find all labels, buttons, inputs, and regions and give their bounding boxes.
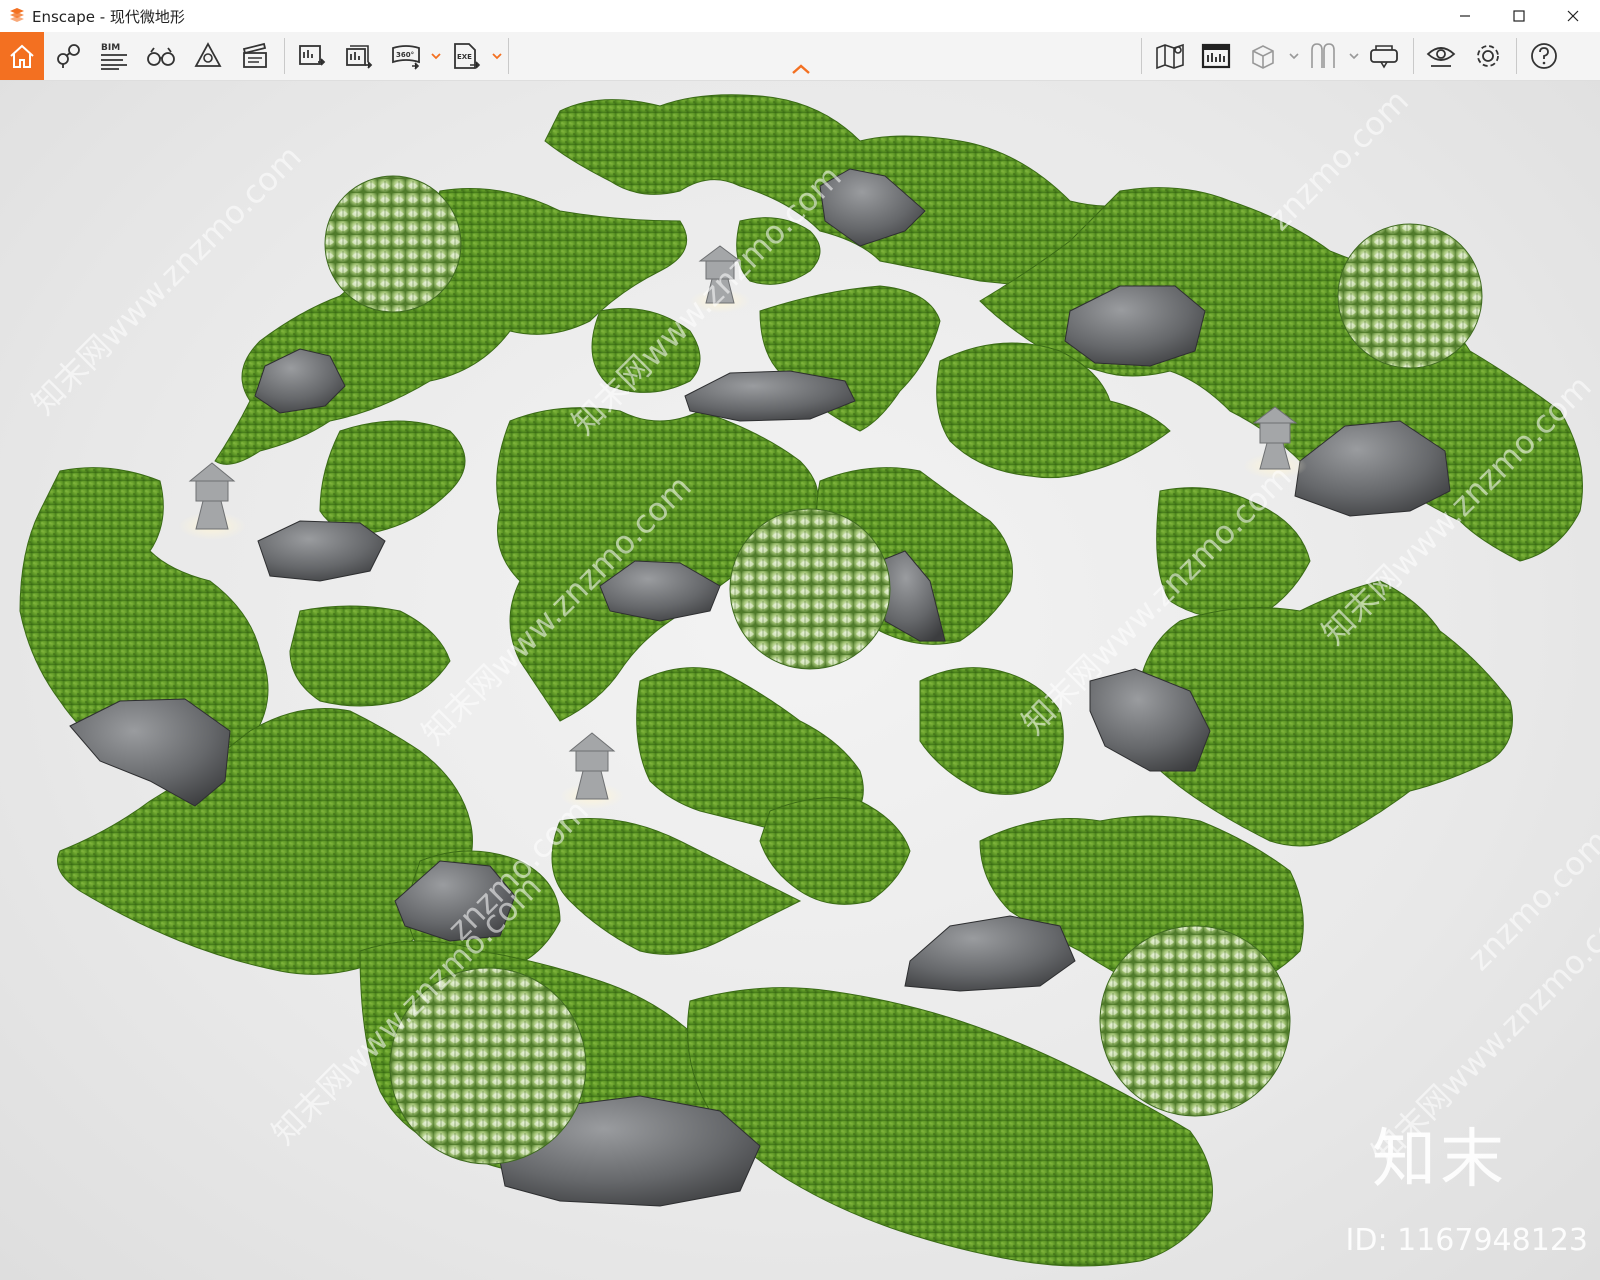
settings-button[interactable] [1468, 36, 1508, 76]
map-icon [1156, 43, 1184, 70]
visual-settings-button[interactable] [1421, 36, 1461, 76]
maximize-button[interactable] [1492, 0, 1546, 32]
shrub [1337, 223, 1483, 369]
title-bar: Enscape - 现代微地形 [0, 0, 1600, 32]
rock [904, 915, 1076, 992]
help-icon [1531, 43, 1557, 69]
rock [69, 698, 231, 807]
micro-terrain-scene [19, 94, 1583, 1267]
video-editor-button[interactable] [235, 36, 275, 76]
map-button[interactable] [1150, 36, 1190, 76]
window-title: Enscape - 现代微地形 [32, 7, 185, 26]
shrub [729, 508, 891, 670]
atmosphere-icon [194, 42, 222, 67]
batch-render-button[interactable] [339, 36, 379, 76]
export-exe-button[interactable]: EXE [446, 36, 486, 76]
asset-library-icon [1252, 45, 1274, 69]
toolbar-divider [1141, 38, 1142, 74]
vr-headset-icon [1370, 45, 1398, 69]
window-controls [1438, 0, 1600, 32]
toolbar-divider [1516, 38, 1517, 74]
views-icon [57, 44, 80, 68]
stone-lantern [178, 462, 246, 540]
render-viewport[interactable]: 知末网www.znzmo.com 知末网www.znzmo.com 知末网www… [0, 81, 1600, 1280]
chevron-down-icon[interactable] [1288, 50, 1300, 62]
minimize-icon [1460, 15, 1470, 17]
binoculars-button[interactable] [141, 36, 181, 76]
render-screenshot-button[interactable] [292, 36, 332, 76]
svg-text:EXE: EXE [457, 53, 472, 61]
chevron-down-icon[interactable] [430, 50, 442, 62]
svg-text:360°: 360° [396, 51, 414, 59]
chevron-down-icon[interactable] [491, 50, 503, 62]
close-button[interactable] [1546, 0, 1600, 32]
toolbar-divider [1413, 38, 1414, 74]
bim-icon: BIM [101, 43, 127, 70]
atmosphere-button[interactable] [188, 36, 228, 76]
binoculars-icon [147, 47, 175, 66]
enscape-logo-icon [10, 8, 24, 22]
znzmo-logo: 知末 [1372, 1123, 1508, 1197]
material-editor-icon [1201, 43, 1231, 69]
maximize-icon [1513, 10, 1525, 22]
home-button[interactable] [0, 32, 44, 80]
collapse-toolbar-chevron-icon[interactable] [790, 62, 812, 76]
minimize-button[interactable] [1438, 0, 1492, 32]
render-screenshot-icon [299, 45, 326, 66]
batch-render-icon [346, 45, 373, 69]
rock [257, 520, 386, 582]
collaborative-annotation-button[interactable] [1303, 36, 1343, 76]
video-editor-icon [242, 42, 267, 68]
vr-headset-button[interactable] [1364, 36, 1404, 76]
visual-settings-icon [1426, 47, 1456, 67]
toolbar-divider [284, 38, 285, 74]
toolbar-divider [508, 38, 509, 74]
asset-library-button[interactable] [1243, 36, 1283, 76]
image-id-label: ID: 1167948123 [1345, 1223, 1588, 1258]
views-button[interactable] [48, 36, 88, 76]
close-icon [1567, 10, 1579, 22]
svg-text:BIM: BIM [101, 43, 120, 53]
collaborative-annotation-icon [1311, 43, 1335, 68]
settings-icon [1477, 45, 1499, 67]
bim-button[interactable]: BIM [94, 36, 134, 76]
material-editor-button[interactable] [1196, 36, 1236, 76]
help-button[interactable] [1524, 36, 1564, 76]
panorama-button[interactable]: 360° [386, 36, 426, 76]
export-exe-icon: EXE [454, 43, 481, 69]
chevron-down-icon[interactable] [1348, 50, 1360, 62]
shrub [324, 175, 462, 313]
home-icon [10, 44, 34, 68]
shrub [1099, 925, 1291, 1117]
panorama-icon: 360° [392, 45, 420, 70]
